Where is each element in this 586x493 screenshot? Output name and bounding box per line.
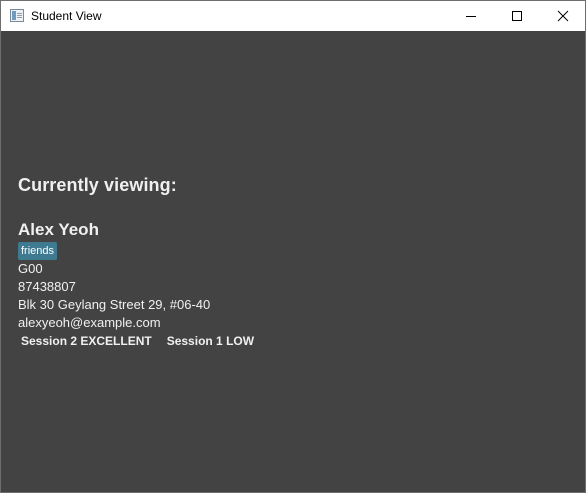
student-group: G00 (18, 261, 43, 276)
currently-viewing-heading: Currently viewing: (18, 175, 177, 195)
session-item: Session 2 EXCELLENT (21, 334, 152, 348)
student-sessions: Session 2 EXCELLENT Session 1 LOW (21, 334, 254, 348)
student-email: alexyeoh@example.com (18, 315, 161, 330)
student-tag: friends (18, 242, 58, 260)
window-app-icon (10, 9, 24, 22)
maximize-button[interactable] (494, 1, 540, 31)
student-view-window: Student View Currently viewing: Alex Yeo… (0, 0, 586, 493)
title-bar[interactable]: Student View (1, 1, 585, 31)
session-item: Session 1 LOW (166, 334, 255, 348)
student-view-content: Currently viewing: Alex Yeoh friends G00… (1, 31, 585, 492)
minimize-button[interactable] (448, 1, 494, 31)
student-phone: 87438807 (18, 279, 76, 294)
close-button[interactable] (540, 1, 586, 31)
window-title: Student View (31, 9, 102, 23)
maximize-icon (512, 11, 522, 21)
minimize-icon (466, 16, 476, 17)
student-name: Alex Yeoh (18, 220, 99, 239)
close-icon (557, 10, 569, 22)
student-address: Blk 30 Geylang Street 29, #06-40 (18, 297, 211, 312)
